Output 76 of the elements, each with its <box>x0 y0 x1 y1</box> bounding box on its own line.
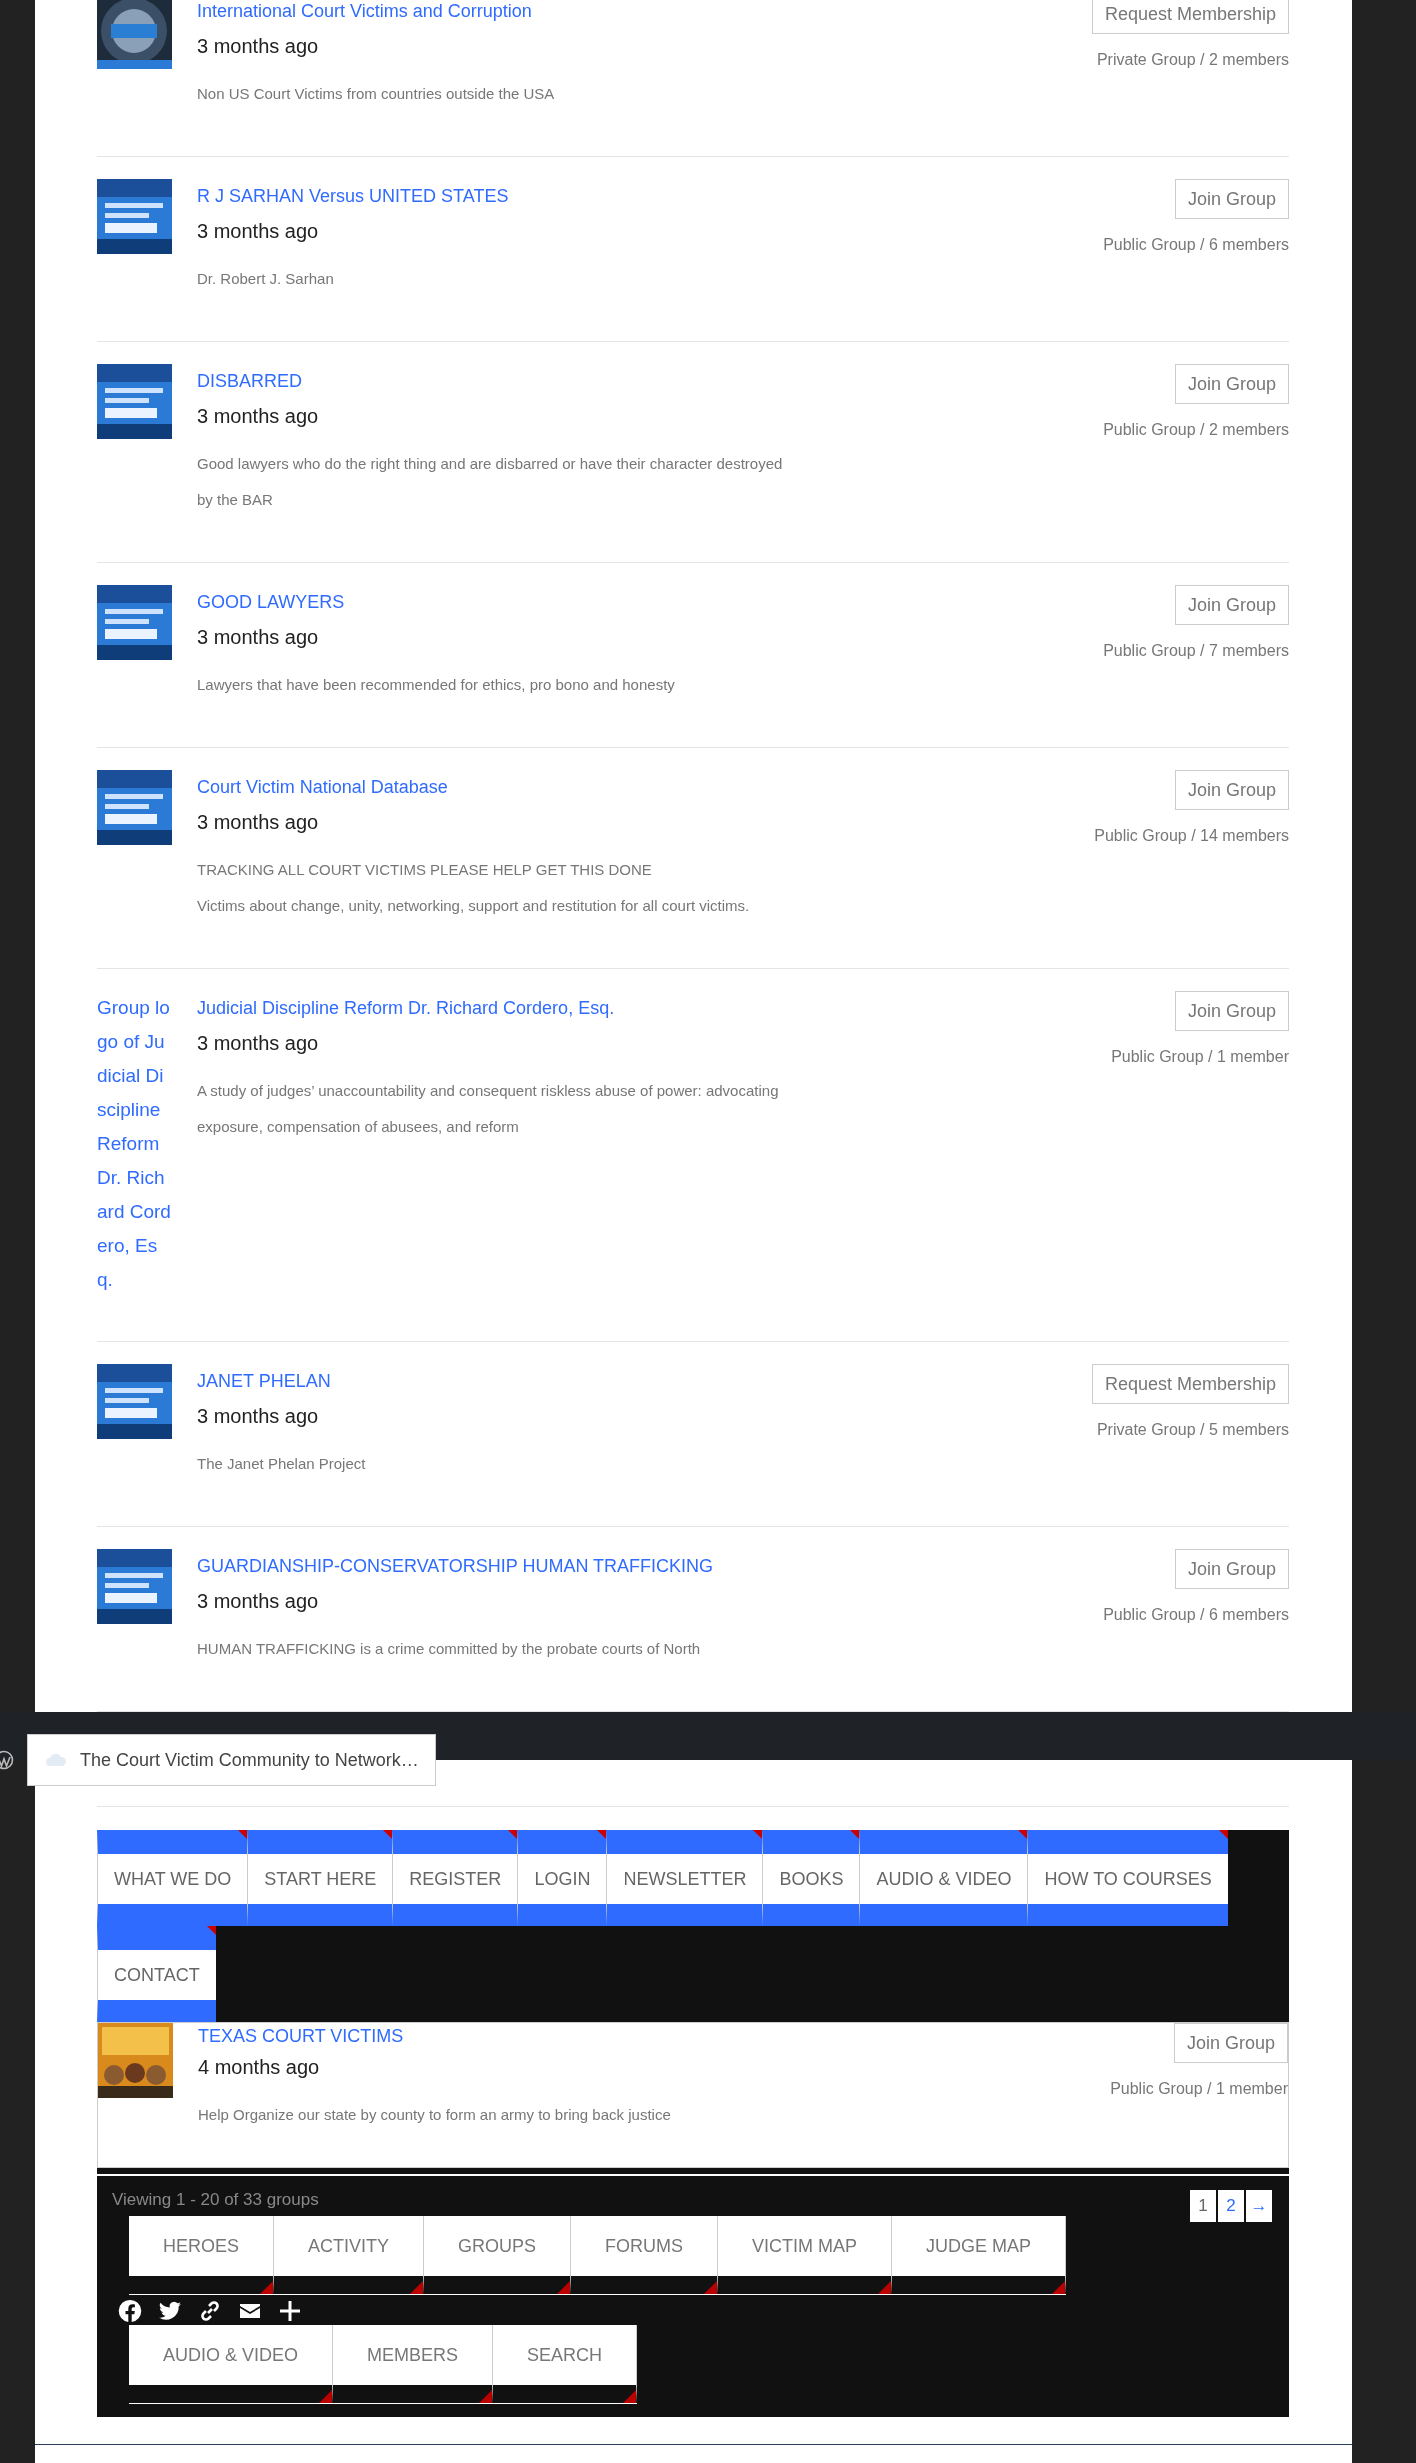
group-time: 4 months ago <box>198 2055 321 2080</box>
group-description: A study of judges’ unaccountability and consequent riskless abuse of power: advocating exposure, compensation of abusees, and reform <box>197 1081 780 1137</box>
group-action-button[interactable]: Join Group <box>1174 179 1289 219</box>
group-action-button[interactable]: Join Group <box>1174 991 1289 1031</box>
page-link[interactable]: 1 <box>1190 2190 1216 2222</box>
group-title-link[interactable]: Judicial Discipline Reform Dr. Richard Cordero, Esq. <box>197 991 1087 1025</box>
group-action-button[interactable]: Join Group <box>1174 770 1289 810</box>
group-time: 3 months ago <box>197 1031 320 1056</box>
group-description: Dr. Robert J. Sarhan <box>197 269 335 289</box>
group-title-link[interactable]: DISBARRED <box>197 364 1079 398</box>
nav-link[interactable]: BOOKS <box>762 1830 860 1926</box>
group-action-button[interactable]: Join Group <box>1173 2023 1288 2063</box>
round-logo-icon[interactable] <box>0 1750 14 1770</box>
group-meta: Public Group / 7 members <box>1103 641 1289 661</box>
group-title-link[interactable]: TEXAS COURT VICTIMS <box>198 2023 1086 2049</box>
footer-nav-link[interactable]: FORUMS <box>571 2216 719 2294</box>
footer-nav-link[interactable]: ACTIVITY <box>274 2216 425 2294</box>
nav-link[interactable]: CONTACT <box>97 1926 216 2022</box>
group-meta: Public Group / 1 member <box>1111 1047 1289 1067</box>
viewing-count: Viewing 1 - 20 of 33 groups <box>112 2189 319 2210</box>
footer-nav-link[interactable]: HEROES <box>129 2216 275 2294</box>
plus-icon[interactable] <box>278 2299 302 2323</box>
footer-nav-link[interactable]: AUDIO & VIDEO <box>129 2325 334 2403</box>
group-action-button[interactable]: Join Group <box>1174 364 1289 404</box>
group-title-link[interactable]: GOOD LAWYERS <box>197 585 1079 619</box>
link-icon[interactable] <box>198 2299 222 2323</box>
group-description: Good lawyers who do the right thing and are disbarred or have their character destroyed by the BAR <box>197 454 784 510</box>
nav-link[interactable]: START HERE <box>247 1830 393 1926</box>
group-time: 3 months ago <box>197 219 320 244</box>
footer-nav-link[interactable]: GROUPS <box>424 2216 572 2294</box>
group-title-link[interactable]: GUARDIANSHIP-CONSERVATORSHIP HUMAN TRAFFICKING <box>197 1549 1079 1583</box>
site-icon <box>46 1753 66 1767</box>
footer-nav-link[interactable]: VICTIM MAP <box>718 2216 893 2294</box>
group-description: TRACKING ALL COURT VICTIMS PLEASE HELP GET THIS DONE <box>197 860 653 880</box>
bird-icon[interactable] <box>158 2299 182 2323</box>
group-description: HUMAN TRAFFICKING is a crime committed by the probate courts of North <box>197 1639 702 1659</box>
group-time: 3 months ago <box>197 625 320 650</box>
group-meta: Public Group / 6 members <box>1103 235 1289 255</box>
group-title-link[interactable]: R J SARHAN Versus UNITED STATES <box>197 179 1079 213</box>
group-meta: Public Group / 6 members <box>1103 1605 1289 1625</box>
nav-link[interactable]: NEWSLETTER <box>606 1830 763 1926</box>
group-description: Lawyers that have been recommended for ethics, pro bono and honesty <box>197 675 676 695</box>
group-title-link[interactable]: Court Victim National Database <box>197 770 1070 804</box>
footer-nav-link[interactable]: MEMBERS <box>333 2325 494 2403</box>
group-meta: Public Group / 2 members <box>1103 420 1289 440</box>
page-link[interactable]: 2 <box>1218 2190 1244 2222</box>
group-time: 3 months ago <box>197 810 320 835</box>
group-action-button[interactable]: Join Group <box>1174 585 1289 625</box>
group-time: 3 months ago <box>197 1404 320 1429</box>
footer-nav-link[interactable]: SEARCH <box>493 2325 638 2403</box>
group-time: 3 months ago <box>197 34 320 59</box>
nav-link[interactable]: WHAT WE DO <box>97 1830 248 1926</box>
group-title-link[interactable]: JANET PHELAN <box>197 1364 1067 1398</box>
group-time: 3 months ago <box>197 404 320 429</box>
group-time: 3 months ago <box>197 1589 320 1614</box>
nav-link[interactable]: AUDIO & VIDEO <box>859 1830 1028 1926</box>
group-description: Non US Court Victims from countries outside the USA <box>197 84 556 104</box>
group-description: Victims about change, unity, networking, support and restitution for all court victims. <box>197 896 751 916</box>
group-meta: Public Group / 1 member <box>1110 2079 1288 2099</box>
nav-link[interactable]: HOW TO COURSES <box>1027 1830 1228 1926</box>
nav-link[interactable]: LOGIN <box>517 1830 607 1926</box>
footer-nav-link[interactable]: JUDGE MAP <box>892 2216 1067 2294</box>
group-action-button[interactable]: Join Group <box>1174 1549 1289 1589</box>
page-link[interactable]: → <box>1246 2190 1272 2222</box>
group-action-button[interactable]: Request Membership <box>1091 1364 1289 1404</box>
nav-link[interactable]: REGISTER <box>392 1830 518 1926</box>
group-action-button[interactable]: Request Membership <box>1091 0 1289 34</box>
group-meta: Private Group / 2 members <box>1096 50 1289 70</box>
group-title-link[interactable]: International Court Victims and Corruption <box>197 0 1067 28</box>
image-alt-text[interactable]: Group logo of Judicial Discipline Reform Dr. Richard Cordero, Esq. <box>97 991 172 1297</box>
tooltip-text: The Court Victim Community to Network… <box>80 1749 419 1771</box>
group-meta: Public Group / 14 members <box>1094 826 1289 846</box>
group-description: Help Organize our state by county to form an army to bring back justice <box>198 2105 672 2125</box>
facebook-icon[interactable] <box>118 2299 142 2323</box>
group-description: The Janet Phelan Project <box>197 1454 367 1474</box>
group-meta: Private Group / 5 members <box>1096 1420 1289 1440</box>
